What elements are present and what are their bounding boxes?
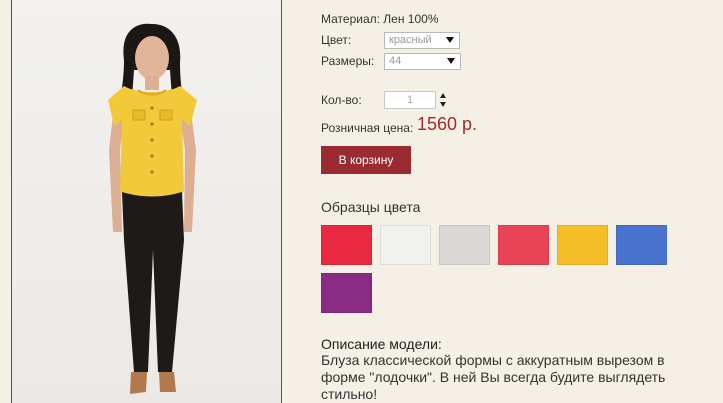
quantity-input[interactable]: 1	[384, 91, 436, 109]
description-title: Описание модели:	[321, 336, 442, 352]
swatches-title: Образцы цвета	[321, 199, 421, 215]
model-illustration	[108, 23, 197, 394]
color-swatch[interactable]	[616, 225, 667, 265]
color-label: Цвет:	[321, 33, 352, 47]
price-label: Розничная цена:	[321, 121, 414, 135]
color-select-value: красный	[389, 34, 432, 46]
description-text: Блуза классической формы с аккуратным вы…	[321, 352, 666, 402]
size-select[interactable]: 44	[384, 53, 461, 70]
color-swatch[interactable]	[321, 273, 372, 313]
color-swatch[interactable]	[380, 225, 431, 265]
color-swatch[interactable]	[439, 225, 490, 265]
product-photo	[11, 0, 282, 403]
color-swatch[interactable]	[321, 225, 372, 265]
decrement-arrow-icon[interactable]	[440, 102, 446, 107]
dropdown-arrow-icon	[447, 58, 455, 64]
dropdown-arrow-icon	[446, 37, 454, 43]
size-label: Размеры:	[321, 54, 375, 68]
increment-arrow-icon[interactable]	[440, 93, 446, 98]
color-swatch[interactable]	[498, 225, 549, 265]
quantity-label: Кол-во:	[321, 93, 362, 107]
price-value: 1560 р.	[417, 114, 478, 134]
color-select[interactable]: красный	[384, 32, 460, 49]
color-swatch[interactable]	[557, 225, 608, 265]
size-select-value: 44	[389, 55, 402, 67]
material-text: Материал: Лен 100%	[321, 12, 439, 26]
add-to-cart-button[interactable]: В корзину	[321, 146, 411, 174]
